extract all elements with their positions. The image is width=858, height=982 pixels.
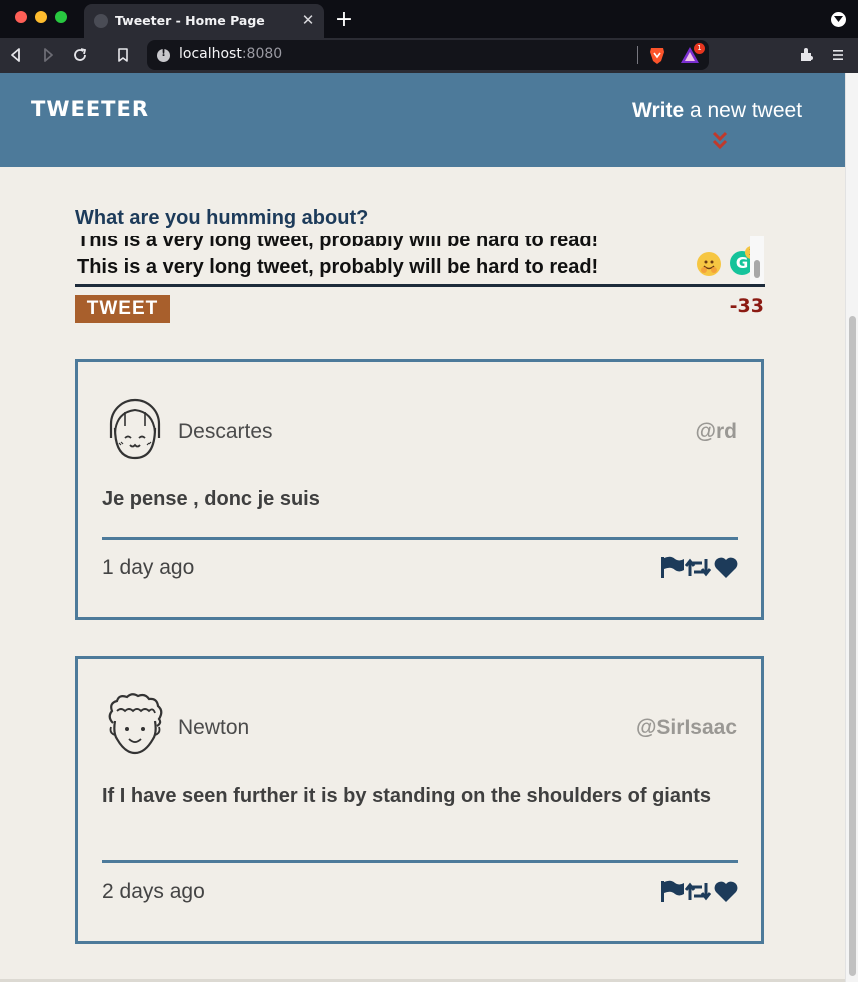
site-header: TWEETER Write a new tweet <box>0 73 845 167</box>
site-info-icon[interactable] <box>157 48 170 62</box>
brave-shields-icon[interactable] <box>647 45 667 65</box>
flag-icon[interactable] <box>659 554 685 580</box>
retweet-icon[interactable] <box>684 878 712 904</box>
emoji-icon[interactable] <box>697 252 721 276</box>
tweet-timestamp: 2 days ago <box>102 880 205 903</box>
tab-title: Tweeter - Home Page <box>115 13 265 28</box>
chevron-down-icon[interactable] <box>712 131 728 151</box>
tweet-textarea[interactable]: This is a very long tweet, probably will… <box>75 236 765 287</box>
character-counter: -33 <box>729 295 764 317</box>
address-bar[interactable]: localhost:8080 1 <box>147 40 709 70</box>
browser-tab-bar: Tweeter - Home Page ✕ + <box>0 0 858 38</box>
reload-icon[interactable] <box>69 44 91 66</box>
tweet-divider <box>102 860 738 863</box>
page-viewport: TWEETER Write a new tweet What are you h… <box>0 73 858 982</box>
page-scrollbar[interactable] <box>845 73 858 982</box>
tweet-submit-button[interactable]: TWEET <box>75 295 170 323</box>
browser-toolbar: localhost:8080 1 <box>0 38 858 73</box>
url-text[interactable]: localhost:8080 <box>179 46 282 62</box>
avatar-girl-icon <box>105 398 165 464</box>
flag-icon[interactable] <box>659 878 685 904</box>
globe-icon <box>94 14 108 28</box>
tweet-textarea-text[interactable]: This is a very long tweet, probably will… <box>77 236 697 281</box>
tweet-content: Je pense , donc je suis <box>102 488 320 510</box>
extensions-icon[interactable] <box>795 44 817 66</box>
new-tab-button[interactable]: + <box>333 8 355 32</box>
tweet-actions <box>659 554 739 580</box>
back-icon[interactable] <box>5 44 27 66</box>
tweet-card: Newton @SirIsaac If I have seen further … <box>75 656 764 944</box>
avatar-curly-hair-icon <box>105 693 165 759</box>
author-handle: @rd <box>695 420 737 443</box>
heart-icon[interactable] <box>713 878 739 904</box>
heart-icon[interactable] <box>713 554 739 580</box>
site-logo[interactable]: TWEETER <box>31 97 149 121</box>
textarea-scrollbar[interactable] <box>750 236 764 284</box>
tweet-content: If I have seen further it is by standing… <box>102 785 711 807</box>
tweet-actions <box>659 878 739 904</box>
tweet-timestamp: 1 day ago <box>102 556 195 579</box>
tweet-card: Descartes @rd Je pense , donc je suis 1 … <box>75 359 764 620</box>
tab-close-icon[interactable]: ✕ <box>298 10 318 30</box>
maximize-window-button[interactable] <box>55 11 67 23</box>
textarea-scroll-thumb[interactable] <box>754 260 760 278</box>
minimize-window-button[interactable] <box>35 11 47 23</box>
author-handle: @SirIsaac <box>635 716 737 739</box>
author-name: Descartes <box>178 420 273 443</box>
tab-search-button[interactable] <box>831 12 846 27</box>
url-separator <box>637 46 638 64</box>
bookmark-icon[interactable] <box>112 44 134 66</box>
tweet-divider <box>102 537 738 540</box>
browser-tab[interactable]: Tweeter - Home Page ✕ <box>84 4 324 38</box>
write-new-tweet-toggle[interactable]: Write a new tweet <box>632 99 802 123</box>
menu-icon[interactable] <box>827 44 849 66</box>
retweet-icon[interactable] <box>684 554 712 580</box>
rewards-badge: 1 <box>694 43 705 54</box>
forward-icon[interactable] <box>37 44 59 66</box>
page-scroll-thumb[interactable] <box>849 316 856 976</box>
compose-label: What are you humming about? <box>75 207 369 229</box>
close-window-button[interactable] <box>15 11 27 23</box>
author-name: Newton <box>178 716 250 739</box>
